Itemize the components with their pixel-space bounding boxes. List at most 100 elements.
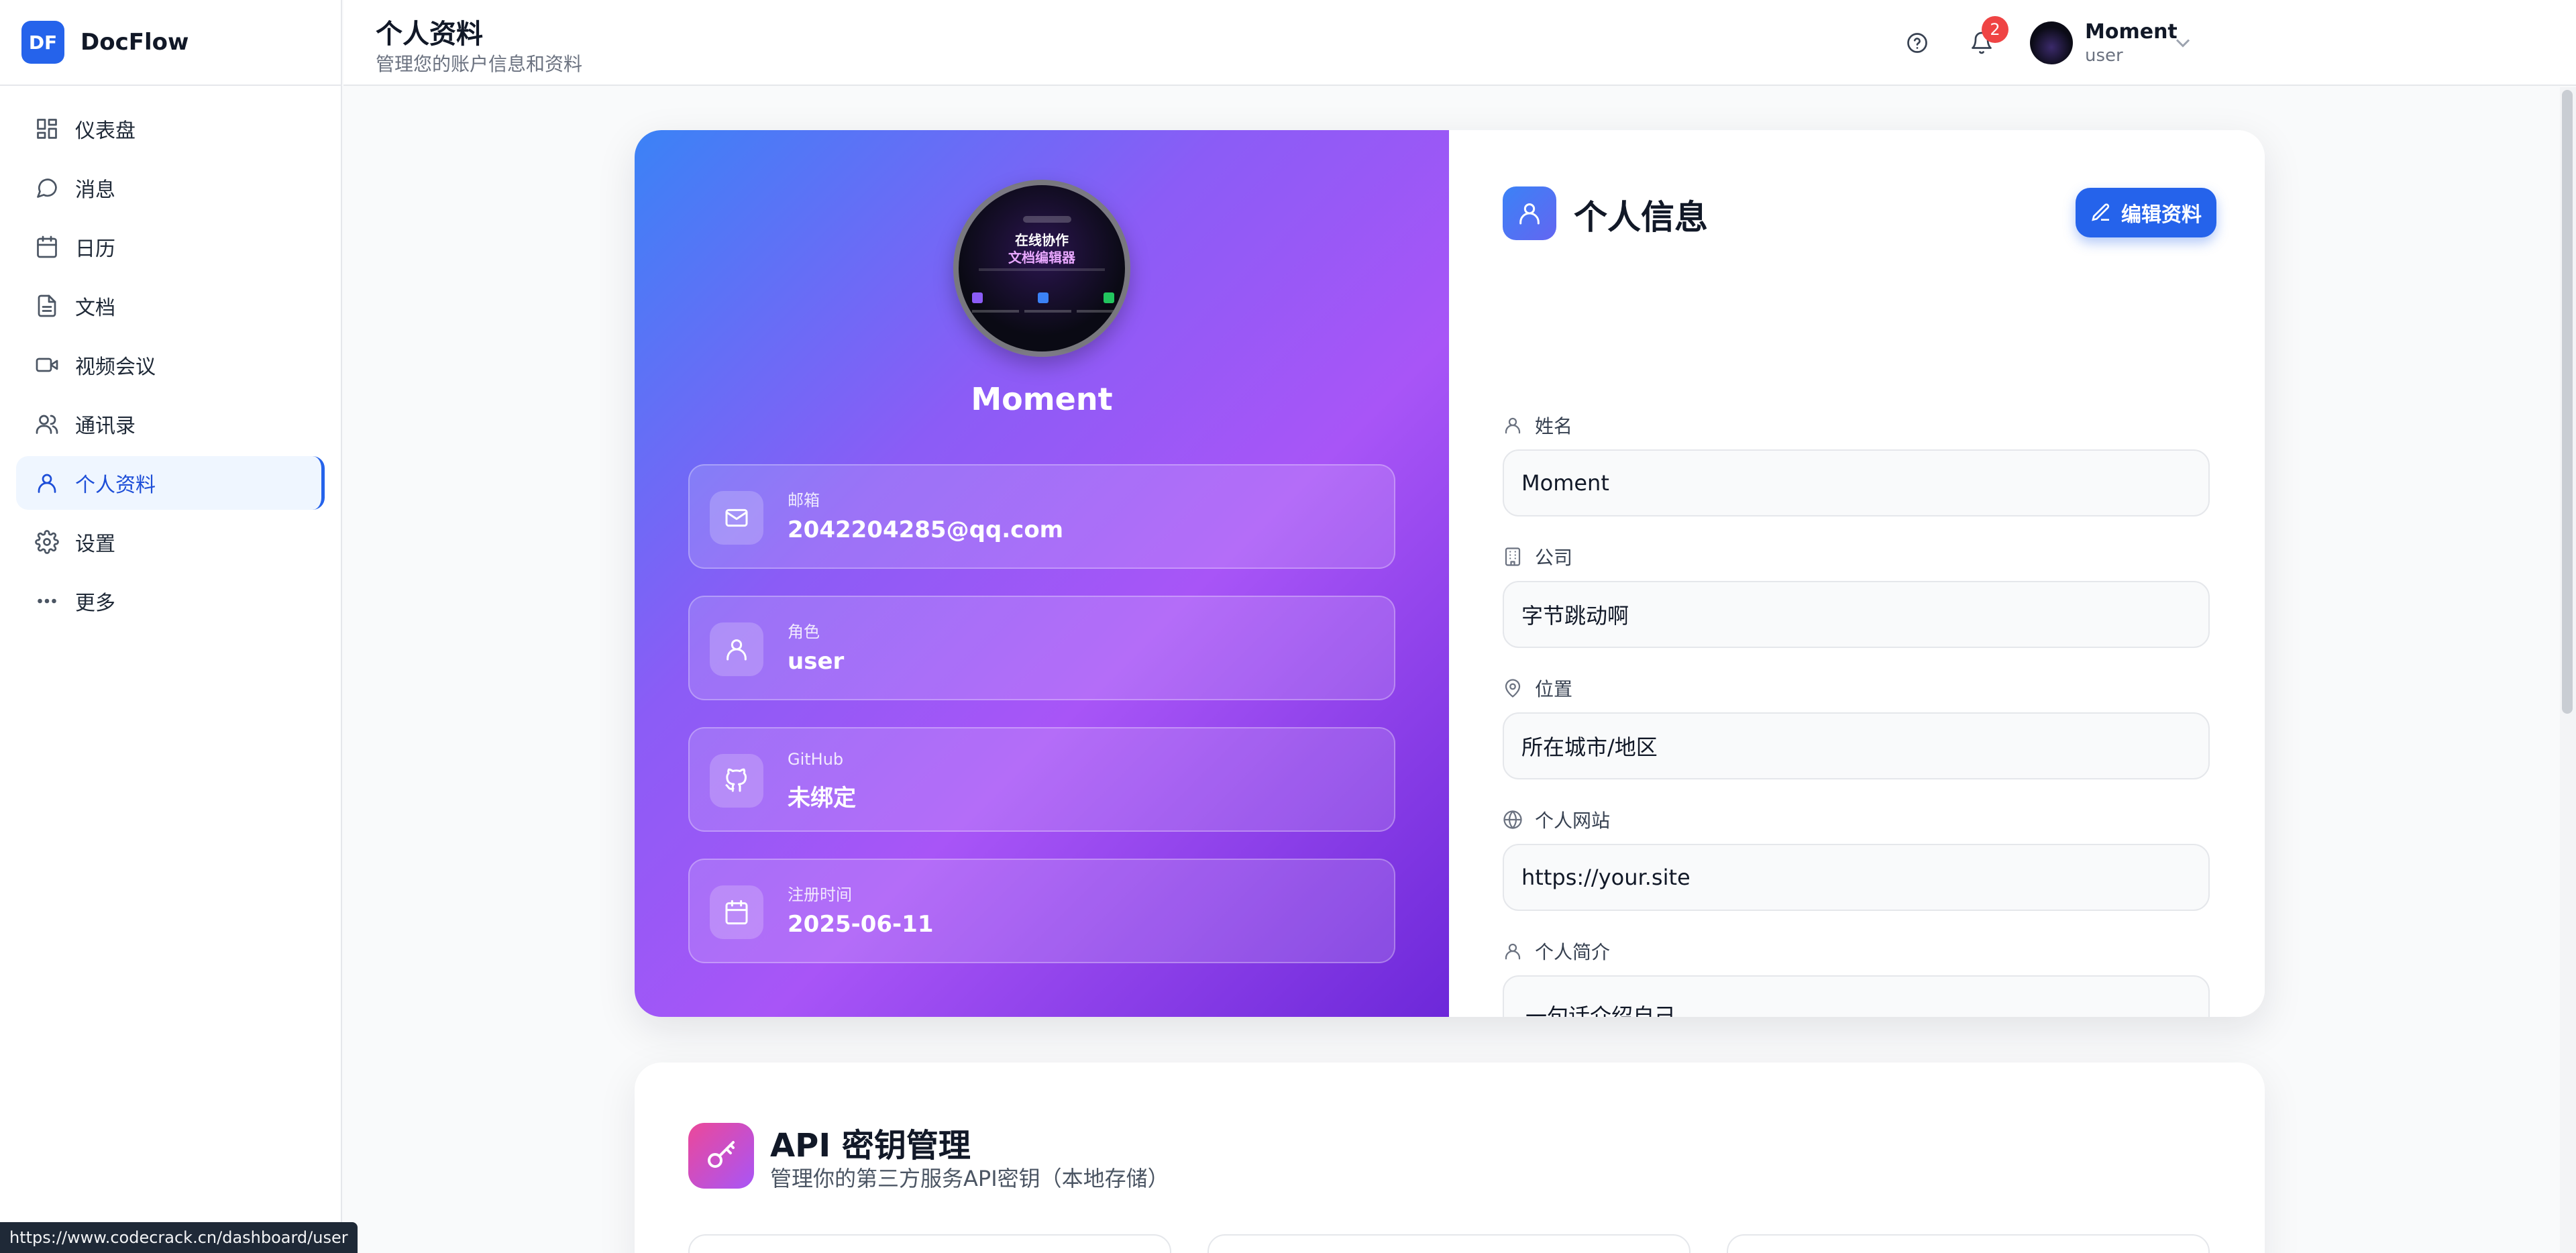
name-field[interactable]: Moment [1503,449,2210,516]
location-field-label: 位置 [1503,675,1572,702]
personal-info-panel: 个人信息 编辑资料 姓名 Moment 公司 字节跳动啊 位置 所在城市/地区 … [1449,130,2265,1017]
avatar-art-line [1024,310,1071,313]
bio-field-label: 个人简介 [1503,938,1610,965]
website-label-text: 个人网站 [1535,810,1611,832]
message-icon [34,174,60,201]
mail-icon [710,491,763,545]
map-pin-icon [1505,679,1521,698]
sidebar: DF DocFlow 仪表盘 消息 日历 文档 视频会议 通讯录 个人资料 设置… [0,0,342,1253]
sidebar-item-label: 文档 [75,296,115,320]
avatar-art-square [972,292,983,303]
website-field[interactable]: https://your.site [1503,844,2210,911]
user-icon [34,470,60,496]
building-icon [1505,547,1521,566]
chevron-down-icon[interactable] [2171,31,2195,55]
api-title: API 密钥管理 [770,1127,971,1164]
sidebar-item-messages[interactable]: 消息 [16,161,325,215]
document-icon [34,292,60,319]
github-tile[interactable]: GitHub 未绑定 [688,727,1395,832]
calendar-icon [34,233,60,260]
help-button[interactable] [1901,27,1933,59]
location-label-text: 位置 [1535,678,1573,700]
name-field-label: 姓名 [1503,412,1572,439]
sidebar-item-label: 仪表盘 [75,119,136,143]
company-field-label: 公司 [1503,543,1572,570]
brand-name: DocFlow [80,29,189,56]
role-tile: 角色 user [688,596,1395,700]
edit-profile-label: 编辑资料 [2121,203,2202,227]
key-icon [688,1123,754,1189]
email-value: 2042204285@qq.com [788,516,1064,543]
user-menu-name[interactable]: Moment [2085,20,2178,44]
github-icon [710,754,763,808]
profile-avatar[interactable]: 在线协作 文档编辑器 [953,180,1130,357]
sidebar-item-calendar[interactable]: 日历 [16,220,325,274]
calendar-icon [710,885,763,939]
sidebar-item-label: 日历 [75,237,115,261]
sidebar-item-documents[interactable]: 文档 [16,279,325,333]
sidebar-item-label: 消息 [75,178,115,202]
website-field-label: 个人网站 [1503,806,1610,833]
dashboard-icon [34,115,60,142]
sidebar-nav: 仪表盘 消息 日历 文档 视频会议 通讯录 个人资料 设置 更多 [0,86,341,628]
profile-summary-panel: 在线协作 文档编辑器 Moment 邮箱 2042204285@qq.com 角… [635,130,1449,1017]
email-tile: 邮箱 2042204285@qq.com [688,464,1395,569]
role-value: user [788,648,845,675]
sidebar-item-label: 个人资料 [75,474,156,497]
sidebar-item-label: 视频会议 [75,356,156,379]
github-value: 未绑定 [788,785,856,812]
profile-name: Moment [971,381,1113,417]
registered-label: 注册时间 [788,885,852,904]
brand[interactable]: DF DocFlow [0,0,341,86]
scrollbar-thumb[interactable] [2562,90,2573,714]
page-title: 个人资料 [376,19,483,50]
sidebar-item-contacts[interactable]: 通讯录 [16,397,325,451]
avatar-art-square [1038,292,1049,303]
company-label-text: 公司 [1535,547,1573,569]
user-menu-role: user [2085,46,2123,66]
user-icon [1505,943,1521,960]
location-field[interactable]: 所在城市/地区 [1503,712,2210,779]
company-field[interactable]: 字节跳动啊 [1503,581,2210,648]
api-key-item[interactable] [688,1234,1171,1253]
avatar-art-square [1104,292,1114,303]
avatar-art-line [972,310,1019,313]
avatar[interactable] [2030,21,2073,64]
avatar-art-pill [1023,216,1071,223]
gear-icon [34,529,60,555]
help-icon [1907,33,1927,53]
github-label: GitHub [788,750,844,769]
avatar-art-line1: 在线协作 [1015,232,1069,248]
edit-profile-button[interactable]: 编辑资料 [2076,188,2216,237]
sidebar-item-dashboard[interactable]: 仪表盘 [16,102,325,156]
status-bar-url: https://www.codecrack.cn/dashboard/user [0,1222,358,1253]
user-icon [1503,186,1556,240]
sidebar-item-video-meeting[interactable]: 视频会议 [16,338,325,392]
bio-field[interactable]: 一句话介绍自己... [1503,975,2210,1017]
registered-value: 2025-06-11 [788,911,934,938]
sidebar-item-label: 更多 [75,592,115,615]
sidebar-item-settings[interactable]: 设置 [16,515,325,569]
more-icon [34,588,60,614]
sidebar-item-more[interactable]: 更多 [16,574,325,628]
avatar-art-bar [979,268,1105,271]
notification-badge: 2 [1982,16,2008,43]
name-label-text: 姓名 [1535,415,1573,437]
user-icon [710,622,763,676]
api-key-item[interactable] [1208,1234,1690,1253]
api-subtitle: 管理你的第三方服务API密钥（本地存储） [770,1166,1169,1191]
pencil-icon [2092,203,2110,221]
brand-logo: DF [21,21,64,64]
video-icon [34,351,60,378]
profile-card: 在线协作 文档编辑器 Moment 邮箱 2042204285@qq.com 角… [635,130,2265,1017]
sidebar-item-label: 设置 [75,533,115,556]
top-header: 个人资料 管理您的账户信息和资料 [343,0,2576,86]
api-key-card: API 密钥管理 管理你的第三方服务API密钥（本地存储） [635,1063,2265,1253]
personal-info-title: 个人信息 [1574,198,1708,237]
page-subtitle: 管理您的账户信息和资料 [376,53,583,75]
globe-icon [1503,810,1522,829]
api-key-item[interactable] [1727,1234,2210,1253]
email-label: 邮箱 [788,491,820,510]
sidebar-item-label: 通讯录 [75,415,136,438]
sidebar-item-profile[interactable]: 个人资料 [16,456,325,510]
